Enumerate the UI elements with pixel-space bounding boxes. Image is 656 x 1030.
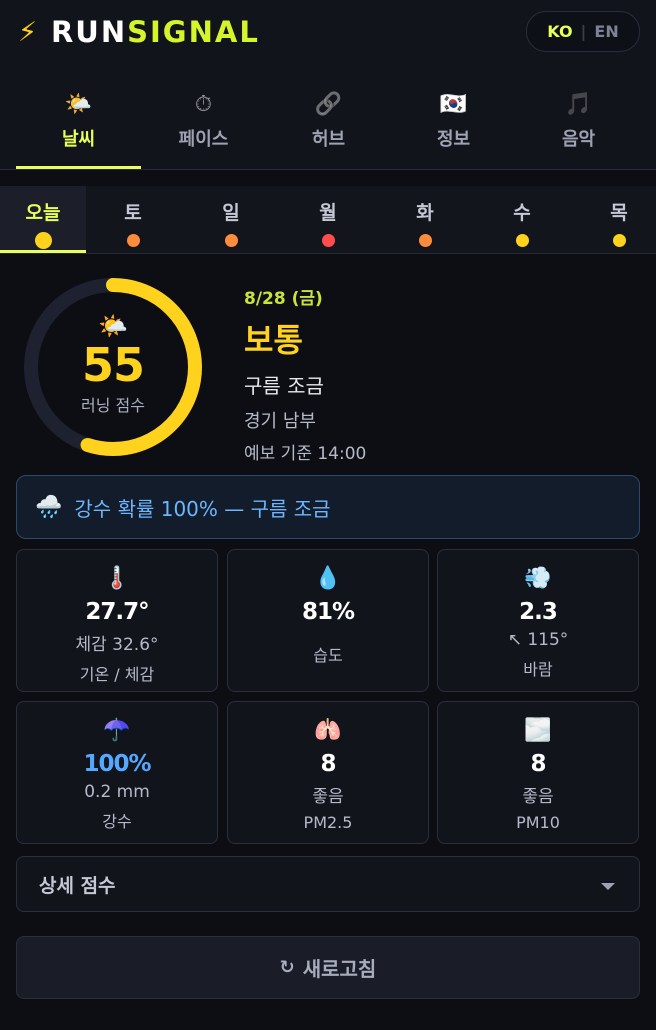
card-label: 강수 [102, 812, 132, 831]
rain-alert-banner: 🌧️ 강수 확률 100% — 구름 조금 [16, 475, 640, 539]
tab-hub-label: 허브 [311, 129, 346, 150]
day-tab-today[interactable]: 오늘 [0, 186, 86, 253]
running-score-label: 러닝 점수 [81, 396, 145, 415]
day-status-dot [126, 234, 140, 247]
forecast-status: 보통 [244, 321, 303, 359]
day-label: 수 [513, 202, 531, 224]
forecast-condition: 구름 조금 [244, 374, 324, 398]
main-tab-bar: 🌤️ 날씨 ⏱ 페이스 🔗 허브 🇰🇷 정보 🎵 음악 [0, 66, 656, 170]
app-logo: ⚡ RUN SIGNAL [18, 14, 260, 50]
lang-separator: | [580, 22, 587, 41]
tab-pace-label: 페이스 [178, 129, 229, 150]
korea-flag-icon: 🇰🇷 [439, 92, 468, 117]
card-value: 81% [301, 599, 355, 625]
refresh-button[interactable]: ↻ 새로고침 [16, 936, 640, 999]
stopwatch-icon: ⏱ [194, 92, 213, 117]
day-tab-thu[interactable]: 목 [576, 186, 656, 253]
wind-icon: 💨 [524, 566, 552, 591]
tab-info[interactable]: 🇰🇷 정보 [391, 66, 516, 169]
droplet-icon: 💧 [314, 566, 342, 591]
link-icon: 🔗 [314, 92, 343, 117]
card-sub: ↖ 115° [507, 630, 569, 650]
logo-text-signal: SIGNAL [127, 15, 260, 49]
forecast-date: 8/28 (금) [244, 289, 323, 309]
day-status-dot [612, 234, 626, 247]
forecast-base-time: 예보 기준 14:00 [244, 444, 367, 464]
running-score-value: 55 [81, 338, 145, 392]
bolt-icon: ⚡ [18, 16, 39, 48]
umbrella-icon: ☂️ [103, 718, 131, 743]
tab-hub[interactable]: 🔗 허브 [266, 66, 391, 169]
refresh-label: 새로고침 [302, 957, 377, 981]
app-header: ⚡ RUN SIGNAL KO | EN [0, 0, 656, 66]
fog-icon: 🌫️ [524, 718, 552, 743]
forecast-info: 8/28 (금) 보통 구름 조금 경기 남부 예보 기준 14:00 [244, 284, 366, 464]
day-label: 오늘 [25, 202, 61, 224]
rain-cloud-icon: 🌧️ [35, 494, 63, 520]
card-value: 27.7° [85, 599, 149, 625]
day-status-dot [418, 234, 432, 247]
card-label: 기온 / 체감 [79, 665, 155, 684]
day-label: 월 [319, 202, 337, 224]
day-status-dot [515, 234, 529, 247]
day-tab-mon[interactable]: 월 [285, 186, 371, 253]
lang-ko-option[interactable]: KO [547, 22, 572, 41]
tab-info-label: 정보 [436, 129, 471, 150]
detail-score-label: 상세 점수 [39, 874, 116, 897]
forecast-region: 경기 남부 [244, 411, 316, 432]
card-wind: 💨 2.3 ↖ 115° 바람 [437, 549, 639, 692]
tab-weather[interactable]: 🌤️ 날씨 [16, 66, 141, 169]
day-status-dot [34, 232, 52, 249]
day-label: 목 [610, 202, 628, 224]
day-tab-sun[interactable]: 일 [188, 186, 274, 253]
day-tab-tue[interactable]: 화 [382, 186, 468, 253]
gauge-content: 🌤️ 55 러닝 점수 [18, 272, 208, 462]
card-pm25: 🫁 8 좋음 PM2.5 [227, 701, 429, 844]
card-label: PM10 [516, 813, 560, 832]
card-label: 습도 [313, 646, 343, 665]
sun-cloud-icon: 🌤️ [98, 312, 128, 340]
card-pm10: 🌫️ 8 좋음 PM10 [437, 701, 639, 844]
lungs-icon: 🫁 [314, 718, 342, 743]
card-temperature: 🌡️ 27.7° 체감 32.6° 기온 / 체감 [16, 549, 218, 692]
logo-text-run: RUN [50, 15, 128, 49]
card-value: 2.3 [519, 599, 558, 625]
detail-score-dropdown[interactable]: 상세 점수 [16, 856, 640, 912]
card-sub: 0.2 mm [84, 782, 150, 802]
card-sub: 좋음 [312, 787, 344, 807]
music-note-icon: 🎵 [564, 92, 593, 117]
card-value: 100% [83, 751, 151, 777]
card-precipitation: ☂️ 100% 0.2 mm 강수 [16, 701, 218, 844]
card-humidity: 💧 81% 습도 [227, 549, 429, 692]
day-label: 일 [222, 202, 240, 224]
tab-pace[interactable]: ⏱ 페이스 [141, 66, 266, 169]
rain-alert-text: 강수 확률 100% — 구름 조금 [74, 496, 331, 521]
card-value: 8 [320, 751, 336, 777]
card-sub: 체감 32.6° [75, 635, 159, 655]
day-tab-wed[interactable]: 수 [479, 186, 565, 253]
thermometer-icon: 🌡️ [103, 566, 131, 591]
day-label: 토 [124, 202, 142, 224]
tab-weather-label: 날씨 [61, 129, 96, 150]
language-toggle[interactable]: KO | EN [526, 11, 640, 52]
lang-en-option[interactable]: EN [594, 22, 618, 41]
day-selector: 오늘 토 일 월 화 수 목 [0, 186, 656, 254]
tab-music-label: 음악 [561, 129, 596, 150]
tab-music[interactable]: 🎵 음악 [516, 66, 641, 169]
refresh-icon: ↻ [279, 957, 295, 978]
day-status-dot [224, 234, 238, 247]
chevron-down-icon [601, 883, 615, 890]
card-sub: 좋음 [522, 787, 554, 807]
card-label: 바람 [523, 660, 553, 679]
card-value: 8 [530, 751, 546, 777]
sun-cloud-icon: 🌤️ [64, 92, 93, 117]
day-tab-sat[interactable]: 토 [90, 186, 176, 253]
card-label: PM2.5 [303, 813, 353, 832]
day-label: 화 [416, 202, 434, 224]
day-status-dot [321, 234, 335, 247]
